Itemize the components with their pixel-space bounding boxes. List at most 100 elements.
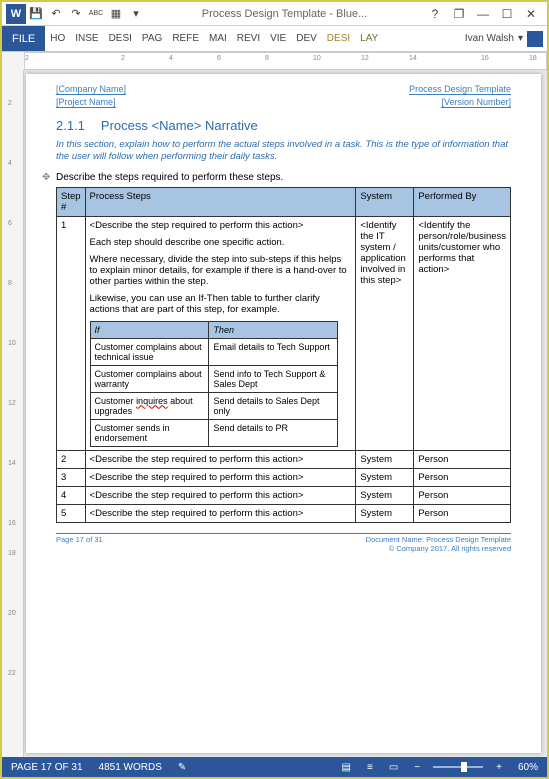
spelling-error: inquires — [136, 396, 168, 406]
tab-file[interactable]: FILE — [2, 26, 45, 51]
section-heading: 2.1.1 Process <Name> Narrative — [56, 118, 511, 133]
horizontal-ruler[interactable]: 224681012141618 — [24, 52, 547, 70]
table-row: Customer sends in endorsement Send detai… — [90, 419, 338, 446]
tab-table-layout[interactable]: LAY — [355, 26, 383, 51]
cell-then[interactable]: Send details to PR — [209, 419, 338, 446]
cell-system[interactable]: System — [356, 504, 414, 522]
col-process: Process Steps — [85, 187, 356, 216]
cell-system[interactable]: System — [356, 486, 414, 504]
cell-step-num[interactable]: 2 — [57, 450, 86, 468]
cell-performed-by[interactable]: <Identify the person/role/business units… — [414, 216, 511, 450]
word-icon[interactable]: W — [6, 4, 26, 24]
cell-step-num[interactable]: 4 — [57, 486, 86, 504]
cell-process[interactable]: <Describe the step required to perform t… — [85, 504, 356, 522]
document-area: 246810121416182022 [Company Name] Proces… — [2, 70, 547, 757]
view-web-icon[interactable]: ▭ — [386, 762, 401, 773]
heading-text: Process <Name> Narrative — [101, 118, 258, 133]
cell-if[interactable]: Customer sends in endorsement — [90, 419, 209, 446]
if-then-table[interactable]: If Then Customer complains about technic… — [90, 321, 339, 447]
close-icon[interactable]: ✕ — [519, 4, 543, 24]
section-intro: In this section, explain how to perform … — [56, 139, 511, 164]
page[interactable]: [Company Name] Process Design Template [… — [26, 74, 541, 753]
col-step: Step # — [57, 187, 86, 216]
table-icon[interactable]: ▦ — [107, 5, 125, 23]
tab-review[interactable]: REVI — [232, 26, 265, 51]
table-anchor-icon[interactable]: ✥ — [42, 172, 50, 183]
cell-performed-by[interactable]: Person — [414, 504, 511, 522]
cell-process[interactable]: <Describe the step required to perform t… — [85, 450, 356, 468]
cell-if[interactable]: Customer complains about warranty — [90, 365, 209, 392]
table-row: 4 <Describe the step required to perform… — [57, 486, 511, 504]
proofing-icon[interactable]: ✎ — [175, 762, 189, 773]
col-performed-by: Performed By — [414, 187, 511, 216]
cell-step-num[interactable]: 3 — [57, 468, 86, 486]
process-table[interactable]: Step # Process Steps System Performed By… — [56, 187, 511, 523]
tab-view[interactable]: VIE — [265, 26, 291, 51]
cell-then[interactable]: Send info to Tech Support & Sales Dept — [209, 365, 338, 392]
maximize-icon[interactable]: ☐ — [495, 4, 519, 24]
cell-performed-by[interactable]: Person — [414, 468, 511, 486]
user-account[interactable]: Ivan Walsh ▾ — [461, 31, 547, 47]
vertical-ruler[interactable]: 246810121416182022 — [2, 70, 24, 757]
status-words[interactable]: 4851 WORDS — [96, 762, 165, 773]
status-page[interactable]: PAGE 17 OF 31 — [8, 762, 86, 773]
table-row: 1 <Describe the step required to perform… — [57, 216, 511, 450]
cell-step-num[interactable]: 5 — [57, 504, 86, 522]
spellcheck-icon[interactable]: ABC — [87, 5, 105, 23]
header-project: [Project Name] — [56, 97, 116, 108]
table-row: Customer complains about warranty Send i… — [90, 365, 338, 392]
zoom-percent[interactable]: 60% — [515, 762, 541, 773]
cell-system[interactable]: System — [356, 450, 414, 468]
cell-system[interactable]: System — [356, 468, 414, 486]
page-header: [Company Name] Process Design Template — [56, 84, 511, 95]
cell-performed-by[interactable]: Person — [414, 486, 511, 504]
save-icon[interactable]: 💾 — [27, 5, 45, 23]
tab-mailings[interactable]: MAI — [204, 26, 232, 51]
cell-if[interactable]: Customer inquires about upgrades — [90, 392, 209, 419]
cell-then[interactable]: Email details to Tech Support — [209, 338, 338, 365]
undo-icon[interactable]: ↶ — [47, 5, 65, 23]
view-read-icon[interactable]: ≡ — [364, 762, 376, 773]
tab-references[interactable]: REFE — [167, 26, 204, 51]
col-then: Then — [209, 321, 338, 338]
qat-more-icon[interactable]: ▾ — [127, 5, 145, 23]
tab-home[interactable]: HO — [45, 26, 70, 51]
zoom-out-icon[interactable]: − — [411, 762, 423, 773]
heading-number: 2.1.1 — [56, 118, 85, 133]
table-row: 5 <Describe the step required to perform… — [57, 504, 511, 522]
cell-process[interactable]: <Describe the step required to perform t… — [85, 486, 356, 504]
header-template-name: Process Design Template — [409, 84, 511, 95]
step-text: Likewise, you can use an If-Then table t… — [90, 293, 352, 315]
zoom-thumb[interactable] — [461, 762, 467, 772]
page-footer: Page 17 of 31 Document Name: Process Des… — [56, 533, 511, 553]
table-row: 2 <Describe the step required to perform… — [57, 450, 511, 468]
document-title: Process Design Template - Blue... — [146, 8, 423, 20]
table-header-row: Step # Process Steps System Performed By — [57, 187, 511, 216]
cell-process[interactable]: <Describe the step required to perform t… — [85, 216, 356, 450]
ribbon-display-icon[interactable]: ❐ — [447, 4, 471, 24]
cell-if[interactable]: Customer complains about technical issue — [90, 338, 209, 365]
cell-step-num[interactable]: 1 — [57, 216, 86, 450]
col-system: System — [356, 187, 414, 216]
cell-performed-by[interactable]: Person — [414, 450, 511, 468]
status-bar: PAGE 17 OF 31 4851 WORDS ✎ ▤ ≡ ▭ − + 60% — [2, 757, 547, 777]
view-print-icon[interactable]: ▤ — [339, 762, 354, 773]
horizontal-ruler-wrap: 224681012141618 — [2, 52, 547, 70]
zoom-slider[interactable] — [433, 766, 483, 768]
step-text: Each step should describe one specific a… — [90, 237, 352, 248]
page-header-row2: [Project Name] [Version Number] — [56, 97, 511, 108]
help-icon[interactable]: ? — [423, 4, 447, 24]
tab-design[interactable]: DESI — [104, 26, 137, 51]
table-row: Customer complains about technical issue… — [90, 338, 338, 365]
zoom-in-icon[interactable]: + — [493, 762, 505, 773]
redo-icon[interactable]: ↷ — [67, 5, 85, 23]
cell-process[interactable]: <Describe the step required to perform t… — [85, 468, 356, 486]
tab-page-layout[interactable]: PAG — [137, 26, 167, 51]
minimize-icon[interactable]: — — [471, 4, 495, 24]
cell-then[interactable]: Send details to Sales Dept only — [209, 392, 338, 419]
tab-insert[interactable]: INSE — [70, 26, 103, 51]
tab-table-design[interactable]: DESI — [322, 26, 355, 51]
tab-developer[interactable]: DEV — [291, 26, 322, 51]
cell-system[interactable]: <Identify the IT system / application in… — [356, 216, 414, 450]
table-row: 3 <Describe the step required to perform… — [57, 468, 511, 486]
